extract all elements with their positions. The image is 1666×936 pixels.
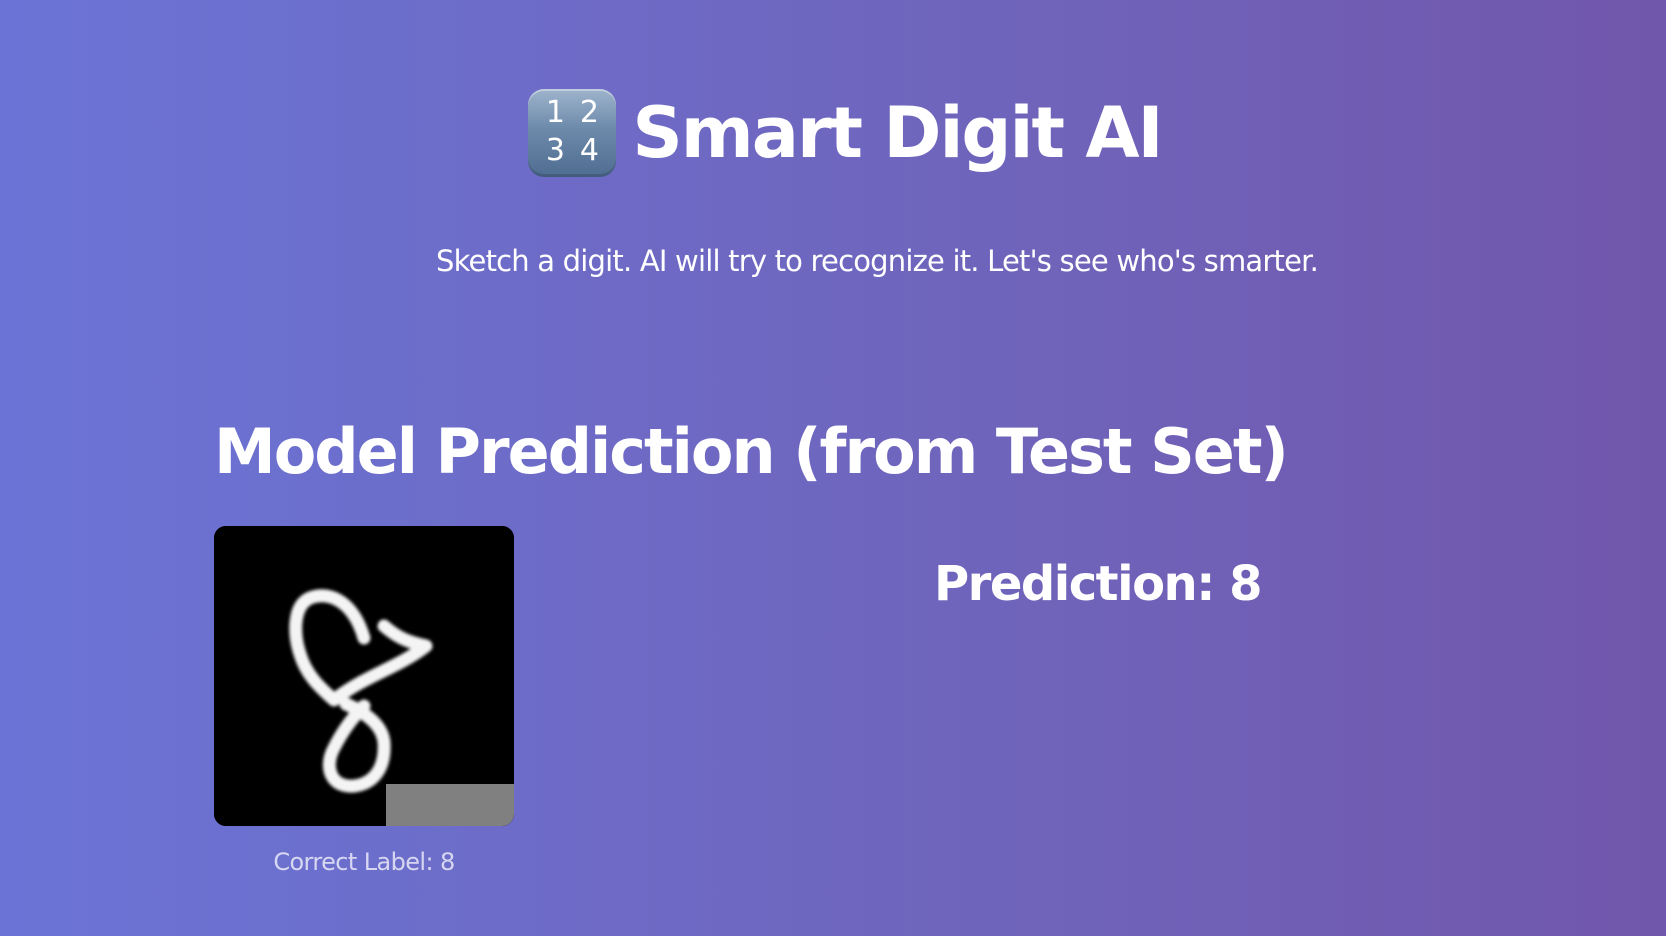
correct-label: Correct Label: 8 — [273, 848, 455, 876]
prediction-result: Prediction: 8 — [934, 556, 1263, 612]
section-title: Model Prediction (from Test Set) — [214, 415, 1289, 488]
digit-eight-drawing — [214, 526, 514, 826]
icon-digit: 4 — [579, 133, 599, 168]
header-content: 1 2 3 4 Smart Digit AI — [528, 88, 1164, 178]
app-subtitle: Sketch a digit. AI will try to recognize… — [435, 244, 1319, 278]
icon-digit: 3 — [545, 133, 565, 168]
app-header: 1 2 3 4 Smart Digit AI — [0, 88, 1666, 178]
app-title: Smart Digit AI — [632, 92, 1163, 174]
test-digit-image — [214, 526, 514, 826]
icon-digit: 2 — [579, 95, 599, 130]
input-numbers-icon: 1 2 3 4 — [528, 89, 617, 177]
icon-digit: 1 — [545, 95, 565, 130]
